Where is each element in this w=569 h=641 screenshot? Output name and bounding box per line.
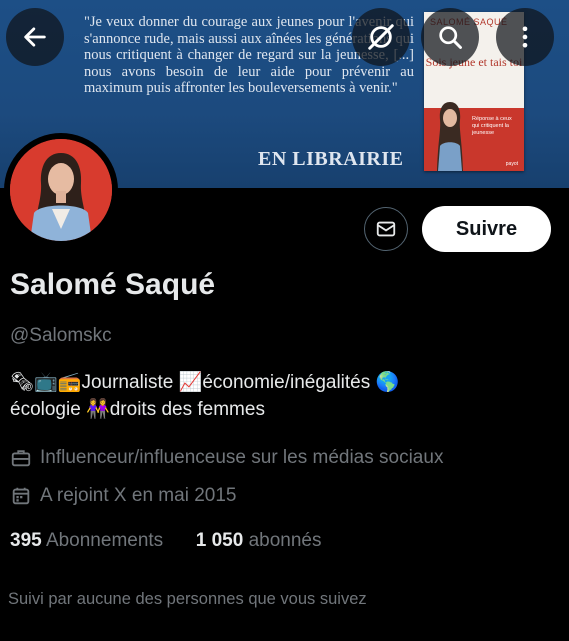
followers-count: 1 050 [195,530,244,551]
following-link[interactable]: 395 Abonnements [10,530,163,551]
chart-emoji-icon: 📈 [178,371,203,393]
joined-label: A rejoint X en mai 2015 [40,485,237,506]
bio-droits-femmes: droits des femmes [109,399,265,420]
book-portrait-icon [437,102,463,171]
arrow-left-icon [24,27,46,47]
profile-handle: @Salomskc [10,325,112,346]
grok-button[interactable] [352,8,410,66]
tv-emoji-icon: 📺 [34,371,58,393]
more-vertical-icon [522,26,528,48]
briefcase-icon [11,450,31,467]
profile-joined-date: A rejoint X en mai 2015 [10,485,236,507]
book-publisher: payot [505,161,518,167]
back-button[interactable] [6,8,64,66]
followers-link[interactable]: 1 050 abonnés [196,530,322,551]
follow-stats: 395 Abonnements 1 050 abonnés [10,530,321,552]
following-count: 395 [10,530,42,551]
bio-journaliste: Journaliste [81,372,174,393]
follow-button[interactable]: Suivre [422,206,551,252]
book-subtitle: Réponse à ceux qui critiquent la jeuness… [472,116,512,136]
profile-bio: 🗞📺📻Journaliste 📈économie/inégalités 🌎 éc… [10,369,550,423]
followed-by-text: Suivi par aucune des personnes que vous … [8,590,367,608]
following-label: Abonnements [45,530,164,551]
profile-portrait-icon [10,139,112,241]
grok-icon [368,24,394,50]
radio-emoji-icon: 📻 [57,371,82,393]
bio-economie: économie/inégalités [202,372,371,393]
banner-tagline: EN LIBRAIRIE [258,148,404,170]
globe-emoji-icon: 🌎 [375,371,400,393]
avatar-image [10,139,112,241]
message-button[interactable] [364,207,408,251]
profile-category: Influenceur/influenceuse sur les médias … [10,447,443,469]
bio-ecologie: écologie [10,399,81,420]
more-button[interactable] [496,8,554,66]
women-emoji-icon: 👭 [86,398,110,420]
search-button[interactable] [421,8,479,66]
followers-label: abonnés [248,530,322,551]
search-icon [439,26,462,49]
calendar-icon [12,487,30,505]
newspaper-emoji-icon: 🗞 [10,371,35,393]
profile-name: Salomé Saqué [10,268,216,301]
avatar[interactable] [4,133,118,247]
category-label: Influenceur/influenceuse sur les médias … [40,447,444,468]
envelope-icon [376,221,396,237]
